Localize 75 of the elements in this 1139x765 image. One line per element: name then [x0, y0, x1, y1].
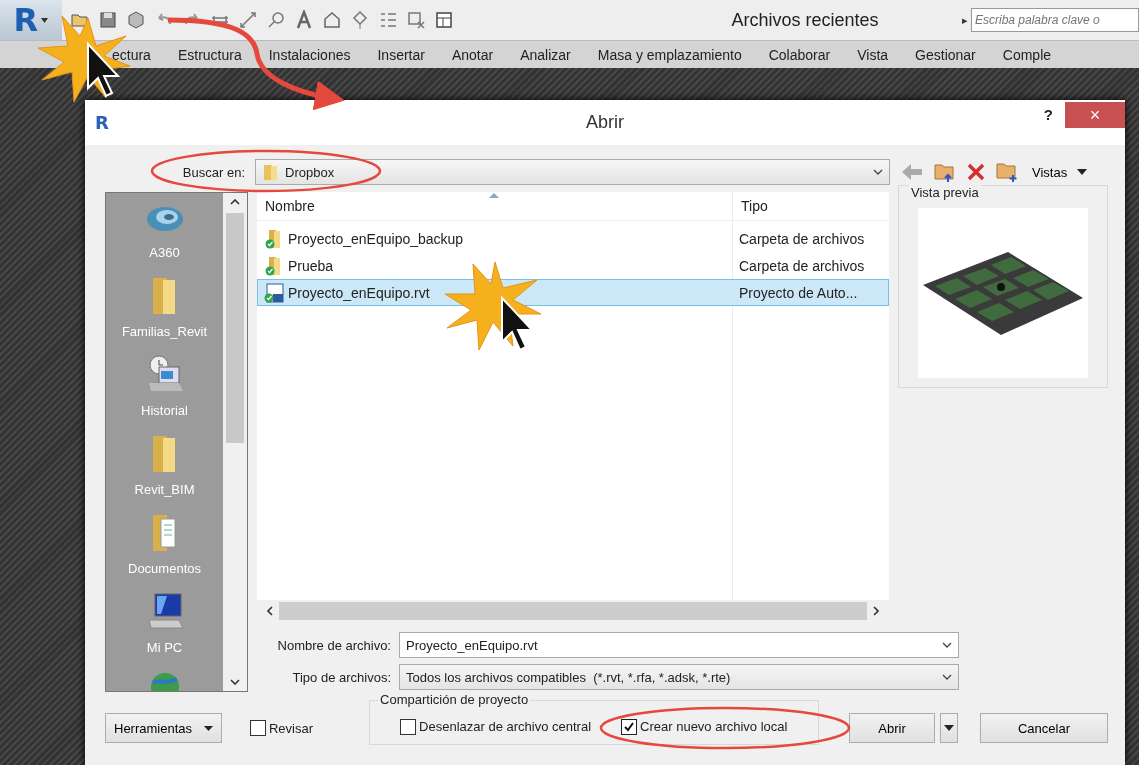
ribbon-tab[interactable]: Analizar: [520, 46, 571, 63]
group-title: Vista previa: [909, 185, 981, 200]
group-title: Compartición de proyecto: [378, 692, 531, 707]
ribbon-tab[interactable]: Gestionar: [915, 46, 976, 63]
column-header[interactable]: Tipo: [732, 192, 768, 220]
starburst-icon: [444, 261, 542, 351]
chevron-up-icon[interactable]: [230, 199, 240, 205]
cube-icon[interactable]: [125, 10, 146, 30]
folder-icon: [262, 163, 280, 181]
chevron-left-icon[interactable]: [267, 606, 273, 616]
open-button[interactable]: Abrir: [849, 713, 935, 743]
checkbox-label: Desenlazar de archivo central: [419, 719, 592, 734]
chevron-right-icon[interactable]: [873, 606, 879, 616]
tools-button[interactable]: Herramientas: [105, 713, 222, 743]
folder-up-icon[interactable]: [934, 161, 956, 183]
column-header[interactable]: Nombre: [257, 198, 732, 214]
chevron-down-icon[interactable]: [230, 679, 240, 685]
views-menu[interactable]: Vistas: [1032, 164, 1088, 180]
dimension-icon[interactable]: [237, 10, 258, 30]
ribbon-tab[interactable]: Masa y emplazamiento: [597, 46, 742, 63]
location-dropdown[interactable]: Dropbox: [255, 159, 890, 185]
sort-arrow-icon: [489, 193, 499, 198]
close-button[interactable]: ×: [1065, 102, 1125, 128]
ribbon-tab[interactable]: Colaborar: [768, 46, 831, 63]
expand-arrow[interactable]: ▸: [962, 13, 968, 27]
dropdown-button[interactable]: [940, 713, 958, 743]
save-icon[interactable]: [97, 10, 118, 30]
chevron-down-icon: [942, 642, 952, 648]
app-logo: R: [95, 112, 109, 133]
caret-icon: [1077, 169, 1088, 175]
ribbon-tab[interactable]: Anotar: [451, 46, 494, 63]
file-row[interactable]: Proyecto_enEquipo_backup Carpeta de archivos: [257, 225, 889, 252]
ribbon-tab[interactable]: Insertar: [377, 46, 425, 63]
app-menu-button[interactable]: R: [0, 0, 62, 40]
scrollbar[interactable]: [223, 193, 247, 691]
checkbox[interactable]: [621, 718, 638, 735]
chevron-down-icon: [942, 674, 952, 680]
file-type: Proyecto de Auto...: [738, 284, 858, 301]
file-name-field[interactable]: Proyecto_enEquipo.rvt: [399, 632, 959, 658]
close-window-icon[interactable]: [405, 10, 426, 30]
file-type: Carpeta de archivos: [738, 257, 865, 274]
file-type: Carpeta de archivos: [738, 230, 865, 247]
ribbon-tab[interactable]: Comple: [1002, 46, 1052, 63]
file-row[interactable]: Proyecto_enEquipo.rvt Proyecto de Auto...: [257, 279, 889, 306]
field-label: Nombre de archivo:: [276, 637, 391, 653]
caret-icon: [204, 725, 213, 731]
dialog-title: Abrir: [586, 112, 624, 133]
caret-icon: [944, 725, 954, 731]
file-type-dropdown[interactable]: Todos los archivos compatibles (*.rvt, *.rfa, *.adsk, *.rte): [399, 664, 959, 690]
caret-icon: [41, 17, 49, 23]
cancel-button[interactable]: Cancelar: [980, 713, 1108, 743]
help-button[interactable]: ?: [1043, 106, 1053, 123]
ribbon-tab[interactable]: ectura: [112, 46, 151, 63]
back-arrow-icon[interactable]: [900, 162, 924, 182]
file-name: Proyecto_enEquipo.rvt: [288, 284, 430, 301]
file-name: Proyecto_enEquipo_backup: [288, 230, 464, 247]
new-folder-icon[interactable]: [996, 161, 1018, 183]
field-label: Tipo de archivos:: [291, 669, 391, 685]
window-title: Archivos recientes: [730, 9, 880, 31]
file-name: Prueba: [288, 257, 334, 274]
ribbon-tab[interactable]: Instalaciones: [268, 46, 351, 63]
delete-icon[interactable]: [966, 162, 986, 182]
ribbon-tab[interactable]: Estructura: [177, 46, 242, 63]
checkbox[interactable]: [400, 718, 417, 735]
ribbon-tab[interactable]: Vista: [857, 46, 889, 63]
checkbox[interactable]: [250, 720, 266, 736]
file-row[interactable]: Prueba Carpeta de archivos: [257, 252, 889, 279]
checkbox-label: Crear nuevo archivo local: [640, 719, 788, 734]
window-icon[interactable]: [433, 10, 454, 30]
checkbox-label: Revisar: [269, 720, 314, 736]
house-icon[interactable]: [321, 10, 342, 30]
chevron-down-icon: [873, 169, 883, 175]
field-label: Buscar en:: [181, 164, 246, 180]
project-file-icon: [264, 282, 284, 303]
search-field[interactable]: Escriba palabra clave o: [971, 8, 1139, 32]
